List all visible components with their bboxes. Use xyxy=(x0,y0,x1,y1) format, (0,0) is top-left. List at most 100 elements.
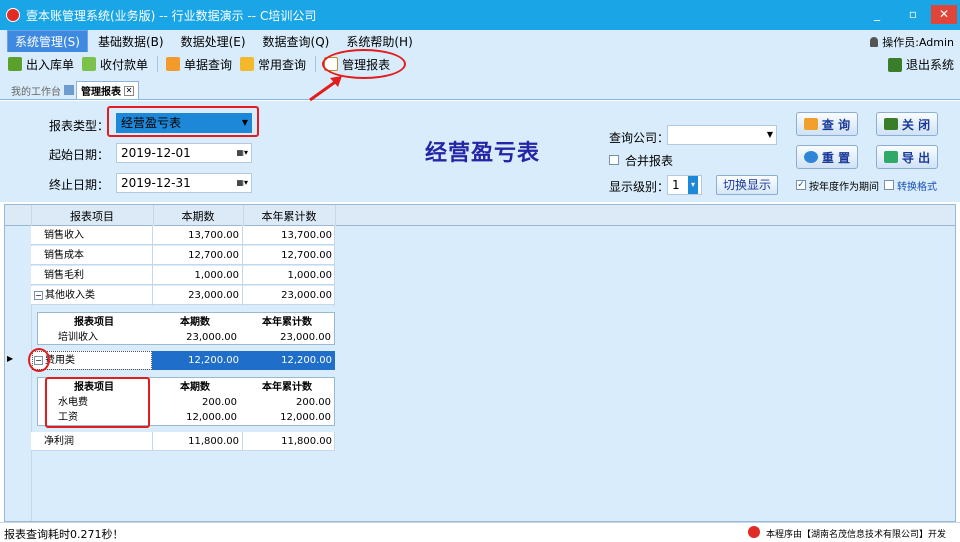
toolbar: 出入库单 收付款单 单据查询 常用查询 管理报表 xyxy=(0,52,960,76)
year-period-checkbox[interactable]: ✓ xyxy=(796,180,806,190)
common-query-label: 常用查询 xyxy=(258,57,307,72)
query-icon xyxy=(803,118,818,130)
end-date-label: 终止日期： xyxy=(49,178,110,192)
export-label: 导 出 xyxy=(901,150,931,165)
document-query-button[interactable]: 单据查询 xyxy=(166,56,232,73)
row-ytd: 23,000.00 xyxy=(281,290,332,301)
end-date-picker[interactable]: 2019-12-31 ▦▾ xyxy=(116,173,252,193)
level-value: 1 xyxy=(672,178,680,192)
exit-system-label: 退出系统 xyxy=(905,58,954,72)
tab-management-report[interactable]: 管理报表 ✕ xyxy=(76,81,139,99)
minimize-button[interactable]: _ xyxy=(866,5,888,24)
year-period-label: 按年度作为期间 xyxy=(809,182,879,193)
stock-icon xyxy=(8,57,22,71)
sub-row-ytd: 12,000.00 xyxy=(280,412,331,423)
export-icon xyxy=(883,151,898,163)
chart-icon xyxy=(240,57,255,71)
sub-row-current: 12,000.00 xyxy=(186,412,237,423)
row-current: 11,800.00 xyxy=(188,436,239,447)
close-button[interactable]: 关 闭 xyxy=(876,112,938,136)
company-logo-icon xyxy=(748,526,760,538)
company-label: 查询公司： xyxy=(609,131,670,145)
collapse-icon[interactable]: − xyxy=(34,291,43,300)
close-label: 关 闭 xyxy=(901,117,931,132)
payment-voucher-button[interactable]: 收付款单 xyxy=(82,56,148,73)
switch-display-button[interactable]: 切换显示 xyxy=(716,175,778,195)
maximize-button[interactable]: ▫ xyxy=(902,5,924,24)
row-current: 13,700.00 xyxy=(188,230,239,241)
common-query-button[interactable]: 常用查询 xyxy=(240,56,306,73)
refresh-icon xyxy=(803,151,818,163)
switch-format-label: 转换格式 xyxy=(897,182,937,193)
menu-help[interactable]: 系统帮助(H) xyxy=(339,31,419,52)
col-header-ytd[interactable]: 本年累计数 xyxy=(243,207,335,226)
developer-credit: 本程序由【湖南名茂信息技术有限公司】开发 xyxy=(766,530,947,540)
tab-home-icon xyxy=(64,85,74,95)
level-select[interactable]: 1 ▾ xyxy=(667,175,702,195)
start-date-picker[interactable]: 2019-12-01 ▦▾ xyxy=(116,143,252,163)
annotation-arrow-icon xyxy=(309,76,342,102)
annotation-highlight-circle xyxy=(28,348,50,372)
exit-system-button[interactable]: 退出系统 xyxy=(887,56,954,73)
sub-row-item[interactable]: 培训收入 xyxy=(50,328,150,347)
grid-line xyxy=(243,205,244,226)
grid-line xyxy=(152,432,153,451)
row-pointer-icon: ▶ xyxy=(7,354,14,363)
calendar-icon: ▦▾ xyxy=(236,178,248,187)
chevron-down-icon: ▼ xyxy=(766,130,773,139)
tab-workbench-label: 我的工作台 xyxy=(11,86,61,98)
row-item: 费用类 xyxy=(45,355,75,366)
calendar-icon: ▦▾ xyxy=(236,148,248,157)
title-bar: 壹本账管理系统(业务版) -- 行业数据演示 -- C培训公司 _ ▫ ✕ xyxy=(0,0,960,30)
merge-report-label: 合并报表 xyxy=(625,154,674,168)
tab-bar: 我的工作台 管理报表 ✕ xyxy=(0,76,960,100)
row-ytd: 12,200.00 xyxy=(281,355,332,366)
row-current: 23,000.00 xyxy=(188,290,239,301)
row-current: 12,700.00 xyxy=(188,250,239,261)
query-button[interactable]: 查 询 xyxy=(796,112,858,136)
row-item: 其他收入类 xyxy=(45,290,95,301)
menu-bar: 系统管理(S) 基础数据(B) 数据处理(E) 数据查询(Q) 系统帮助(H) xyxy=(0,29,960,53)
payment-icon xyxy=(82,57,97,71)
start-date-value: 2019-12-01 xyxy=(121,146,191,160)
status-bar: 报表查询耗时0.271秒！ 本程序由【湖南名茂信息技术有限公司】开发 xyxy=(0,522,960,541)
close-tab-icon[interactable]: ✕ xyxy=(124,85,134,96)
col-header-current[interactable]: 本期数 xyxy=(153,207,243,226)
tab-workbench[interactable]: 我的工作台 xyxy=(7,81,78,99)
annotation-highlight-box xyxy=(45,377,150,428)
company-select[interactable]: ▼ xyxy=(667,125,777,145)
stock-voucher-button[interactable]: 出入库单 xyxy=(8,56,74,73)
grid-line xyxy=(335,205,336,226)
document-query-label: 单据查询 xyxy=(184,57,233,72)
status-text: 报表查询耗时0.271秒！ xyxy=(4,528,124,541)
row-item: 净利润 xyxy=(44,436,74,447)
menu-data-query[interactable]: 数据查询(Q) xyxy=(256,31,337,52)
stock-voucher-label: 出入库单 xyxy=(26,57,75,72)
switch-format-checkbox[interactable] xyxy=(884,180,894,190)
row-ytd: 12,700.00 xyxy=(281,250,332,261)
query-label: 查 询 xyxy=(821,117,851,132)
grid-line xyxy=(334,225,335,306)
close-window-button[interactable]: ✕ xyxy=(931,5,957,24)
row-item: 销售毛利 xyxy=(44,270,84,281)
menu-data-processing[interactable]: 数据处理(E) xyxy=(174,31,253,52)
row-ytd: 1,000.00 xyxy=(287,270,332,281)
document-icon xyxy=(166,57,181,71)
operator-label: 操作员:Admin xyxy=(882,36,954,49)
col-header-item[interactable]: 报表项目 xyxy=(31,207,153,226)
level-label: 显示级别： xyxy=(609,180,670,194)
sub-row-ytd: 23,000.00 xyxy=(280,332,331,343)
export-button[interactable]: 导 出 xyxy=(876,145,938,169)
row-ytd: 13,700.00 xyxy=(281,230,332,241)
menu-system[interactable]: 系统管理(S) xyxy=(7,29,88,53)
merge-report-checkbox[interactable] xyxy=(609,155,619,165)
grid-line xyxy=(242,225,243,306)
row-current: 12,200.00 xyxy=(188,355,239,366)
menu-basic-data[interactable]: 基础数据(B) xyxy=(91,31,171,52)
exit-icon xyxy=(887,57,902,72)
operator-info: 操作员:Admin xyxy=(870,34,954,50)
app-logo-icon xyxy=(6,8,20,22)
reset-button[interactable]: 重 置 xyxy=(796,145,858,169)
row-item: 销售成本 xyxy=(44,250,84,261)
payment-voucher-label: 收付款单 xyxy=(100,57,149,72)
